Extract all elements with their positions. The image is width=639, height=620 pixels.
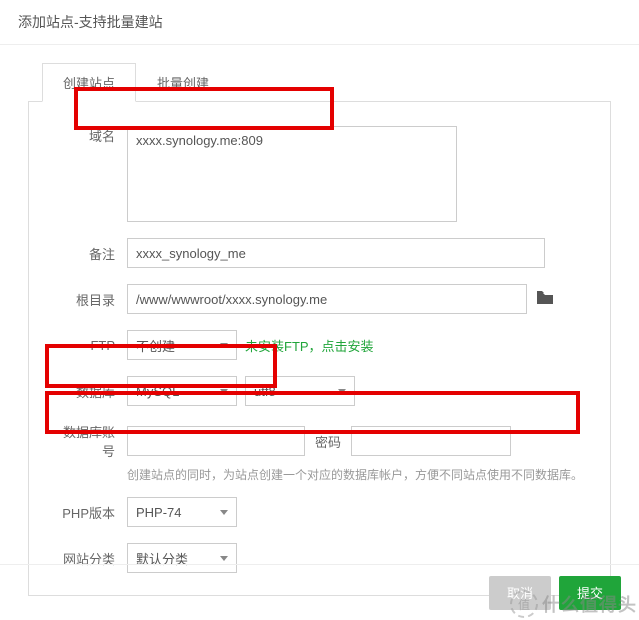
folder-icon[interactable] <box>537 291 553 308</box>
db-user-input[interactable] <box>127 426 305 456</box>
php-select-value: PHP-74 <box>136 505 182 520</box>
row-remark: 备注 <box>51 238 588 268</box>
label-php: PHP版本 <box>51 503 127 522</box>
chevron-down-icon <box>220 343 228 348</box>
remark-input[interactable] <box>127 238 545 268</box>
ftp-install-link[interactable]: 未安装FTP，点击安装 <box>245 336 374 355</box>
submit-button[interactable]: 提交 <box>559 576 621 610</box>
label-ftp: FTP <box>51 338 127 353</box>
row-root: 根目录 <box>51 284 588 314</box>
label-db-user: 数据库账号 <box>51 422 127 460</box>
form-panel: 域名 xxxx.synology.me:809 备注 根目录 FTP 不创建 <box>28 101 611 596</box>
row-php: PHP版本 PHP-74 <box>51 497 588 527</box>
label-root: 根目录 <box>51 290 127 309</box>
label-remark: 备注 <box>51 244 127 263</box>
label-db: 数据库 <box>51 382 127 401</box>
ftp-select[interactable]: 不创建 <box>127 330 237 360</box>
row-domain: 域名 xxxx.synology.me:809 <box>51 126 588 222</box>
db-select[interactable]: MySQL <box>127 376 237 406</box>
label-domain: 域名 <box>51 126 127 145</box>
dialog-title: 添加站点-支持批量建站 <box>0 0 639 45</box>
tab-create-site[interactable]: 创建站点 <box>42 63 136 102</box>
row-db: 数据库 MySQL utf8 <box>51 376 588 406</box>
chevron-down-icon <box>220 510 228 515</box>
cancel-button[interactable]: 取消 <box>489 576 551 610</box>
label-db-pass: 密码 <box>305 432 351 451</box>
tabs: 创建站点 批量创建 <box>42 63 611 102</box>
chevron-down-icon <box>220 556 228 561</box>
db-helper-text: 创建站点的同时，为站点创建一个对应的数据库帐户，方便不同站点使用不同数据库。 <box>127 466 588 483</box>
dialog-content: 创建站点 批量创建 域名 xxxx.synology.me:809 备注 根目录… <box>0 45 639 606</box>
php-select[interactable]: PHP-74 <box>127 497 237 527</box>
ftp-select-value: 不创建 <box>136 336 175 355</box>
add-site-dialog: 添加站点-支持批量建站 创建站点 批量创建 域名 xxxx.synology.m… <box>0 0 639 606</box>
dialog-footer: 取消 提交 <box>0 564 639 620</box>
domain-input[interactable]: xxxx.synology.me:809 <box>127 126 457 222</box>
row-ftp: FTP 不创建 未安装FTP，点击安装 <box>51 330 588 360</box>
chevron-down-icon <box>220 389 228 394</box>
row-db-user: 数据库账号 密码 <box>51 422 588 460</box>
db-select-value: MySQL <box>136 384 179 399</box>
db-charset-select[interactable]: utf8 <box>245 376 355 406</box>
db-pass-input[interactable] <box>351 426 511 456</box>
root-input[interactable] <box>127 284 527 314</box>
db-charset-value: utf8 <box>254 384 276 399</box>
tab-batch-create[interactable]: 批量创建 <box>136 63 230 102</box>
chevron-down-icon <box>338 389 346 394</box>
